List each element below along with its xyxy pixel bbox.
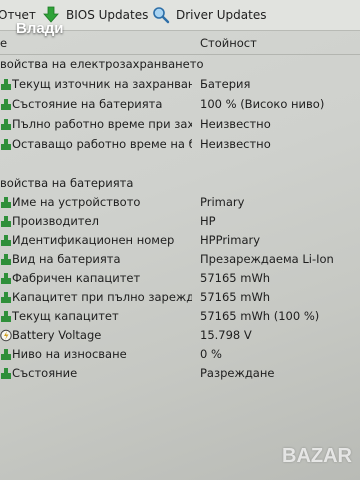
power-icon [1, 292, 11, 303]
field-name: Производител [12, 214, 99, 228]
field-name: Идентификационен номер [12, 233, 175, 247]
power-icon [1, 216, 11, 227]
field-value: 57165 mWh [200, 290, 271, 304]
list-item[interactable]: Текущ източник на захранване Батерия [0, 75, 360, 94]
power-icon [1, 368, 11, 379]
field-value: Презареждаема Li-Ion [200, 252, 334, 266]
list-item[interactable]: Име на устройството Primary [0, 193, 360, 212]
list-item[interactable]: Фабричен капацитет 57165 mWh [0, 269, 360, 288]
column-header-value[interactable]: Стойност [200, 32, 257, 54]
list-item[interactable]: Текущ капацитет 57165 mWh (100 %) [0, 307, 360, 326]
bios-updates-label: BIOS Updates [66, 8, 149, 22]
power-icon [1, 197, 11, 208]
power-icon [1, 99, 11, 110]
field-value: Разреждане [200, 366, 275, 380]
field-name: Оставащо работно време на б... [12, 137, 192, 151]
field-value: 57165 mWh [200, 271, 271, 285]
power-icon [1, 235, 11, 246]
voltage-icon [0, 329, 12, 342]
magnifier-icon [153, 7, 170, 24]
field-name: Име на устройството [12, 195, 141, 209]
field-name: Ниво на износване [12, 347, 127, 361]
list-item[interactable]: Оставащо работно време на б... Неизвестн… [0, 135, 360, 154]
power-icon [1, 119, 11, 130]
field-value: HPPrimary [200, 233, 261, 247]
field-name: Състояние [12, 366, 78, 380]
list-item[interactable]: Вид на батерията Презареждаема Li-Ion [0, 250, 360, 269]
power-icon [1, 139, 11, 150]
power-icon [1, 349, 11, 360]
field-name: Фабричен капацитет [12, 271, 141, 285]
field-value: 0 % [200, 347, 222, 361]
field-name: Battery Voltage [12, 328, 102, 342]
field-value: 100 % (Високо ниво) [200, 97, 325, 111]
power-icon [1, 254, 11, 265]
field-name: Текущ източник на захранване [12, 77, 192, 91]
field-value: 57165 mWh (100 %) [200, 309, 320, 323]
list-item[interactable]: Състояние Разреждане [0, 364, 360, 383]
field-value: 15.798 V [200, 328, 252, 342]
field-value: Батерия [200, 77, 251, 91]
section-title-power: войства на електрозахранването [0, 57, 204, 71]
power-icon [1, 273, 11, 284]
list-item[interactable]: Производител HP [0, 212, 360, 231]
field-value: Неизвестно [200, 137, 271, 151]
field-value: HP [200, 214, 216, 228]
field-name: Капацитет при пълно зарежда... [12, 290, 192, 304]
column-header-field[interactable]: е [0, 32, 7, 54]
power-icon [1, 79, 11, 90]
driver-updates-label: Driver Updates [176, 8, 267, 22]
watermark-logo: BAZAR [282, 445, 352, 467]
section-title-battery: войства на батерията [0, 176, 134, 190]
list-item[interactable]: Състояние на батерията 100 % (Високо нив… [0, 95, 360, 114]
field-name: Пълно работно време при зах... [12, 117, 192, 131]
list-item[interactable]: Battery Voltage 15.798 V [0, 326, 360, 345]
list-item[interactable]: Ниво на износване 0 % [0, 345, 360, 364]
list-item[interactable]: Идентификационен номер HPPrimary [0, 231, 360, 250]
user-name-overlay: Влади [16, 20, 64, 37]
list-item[interactable]: Капацитет при пълно зарежда... 57165 mWh [0, 288, 360, 307]
field-name: Състояние на батерията [12, 97, 163, 111]
field-name: Вид на батерията [12, 252, 121, 266]
field-name: Текущ капацитет [12, 309, 119, 323]
power-icon [1, 311, 11, 322]
field-value: Неизвестно [200, 117, 271, 131]
list-item[interactable]: Пълно работно време при зах... Неизвестн… [0, 115, 360, 134]
field-value: Primary [200, 195, 245, 209]
